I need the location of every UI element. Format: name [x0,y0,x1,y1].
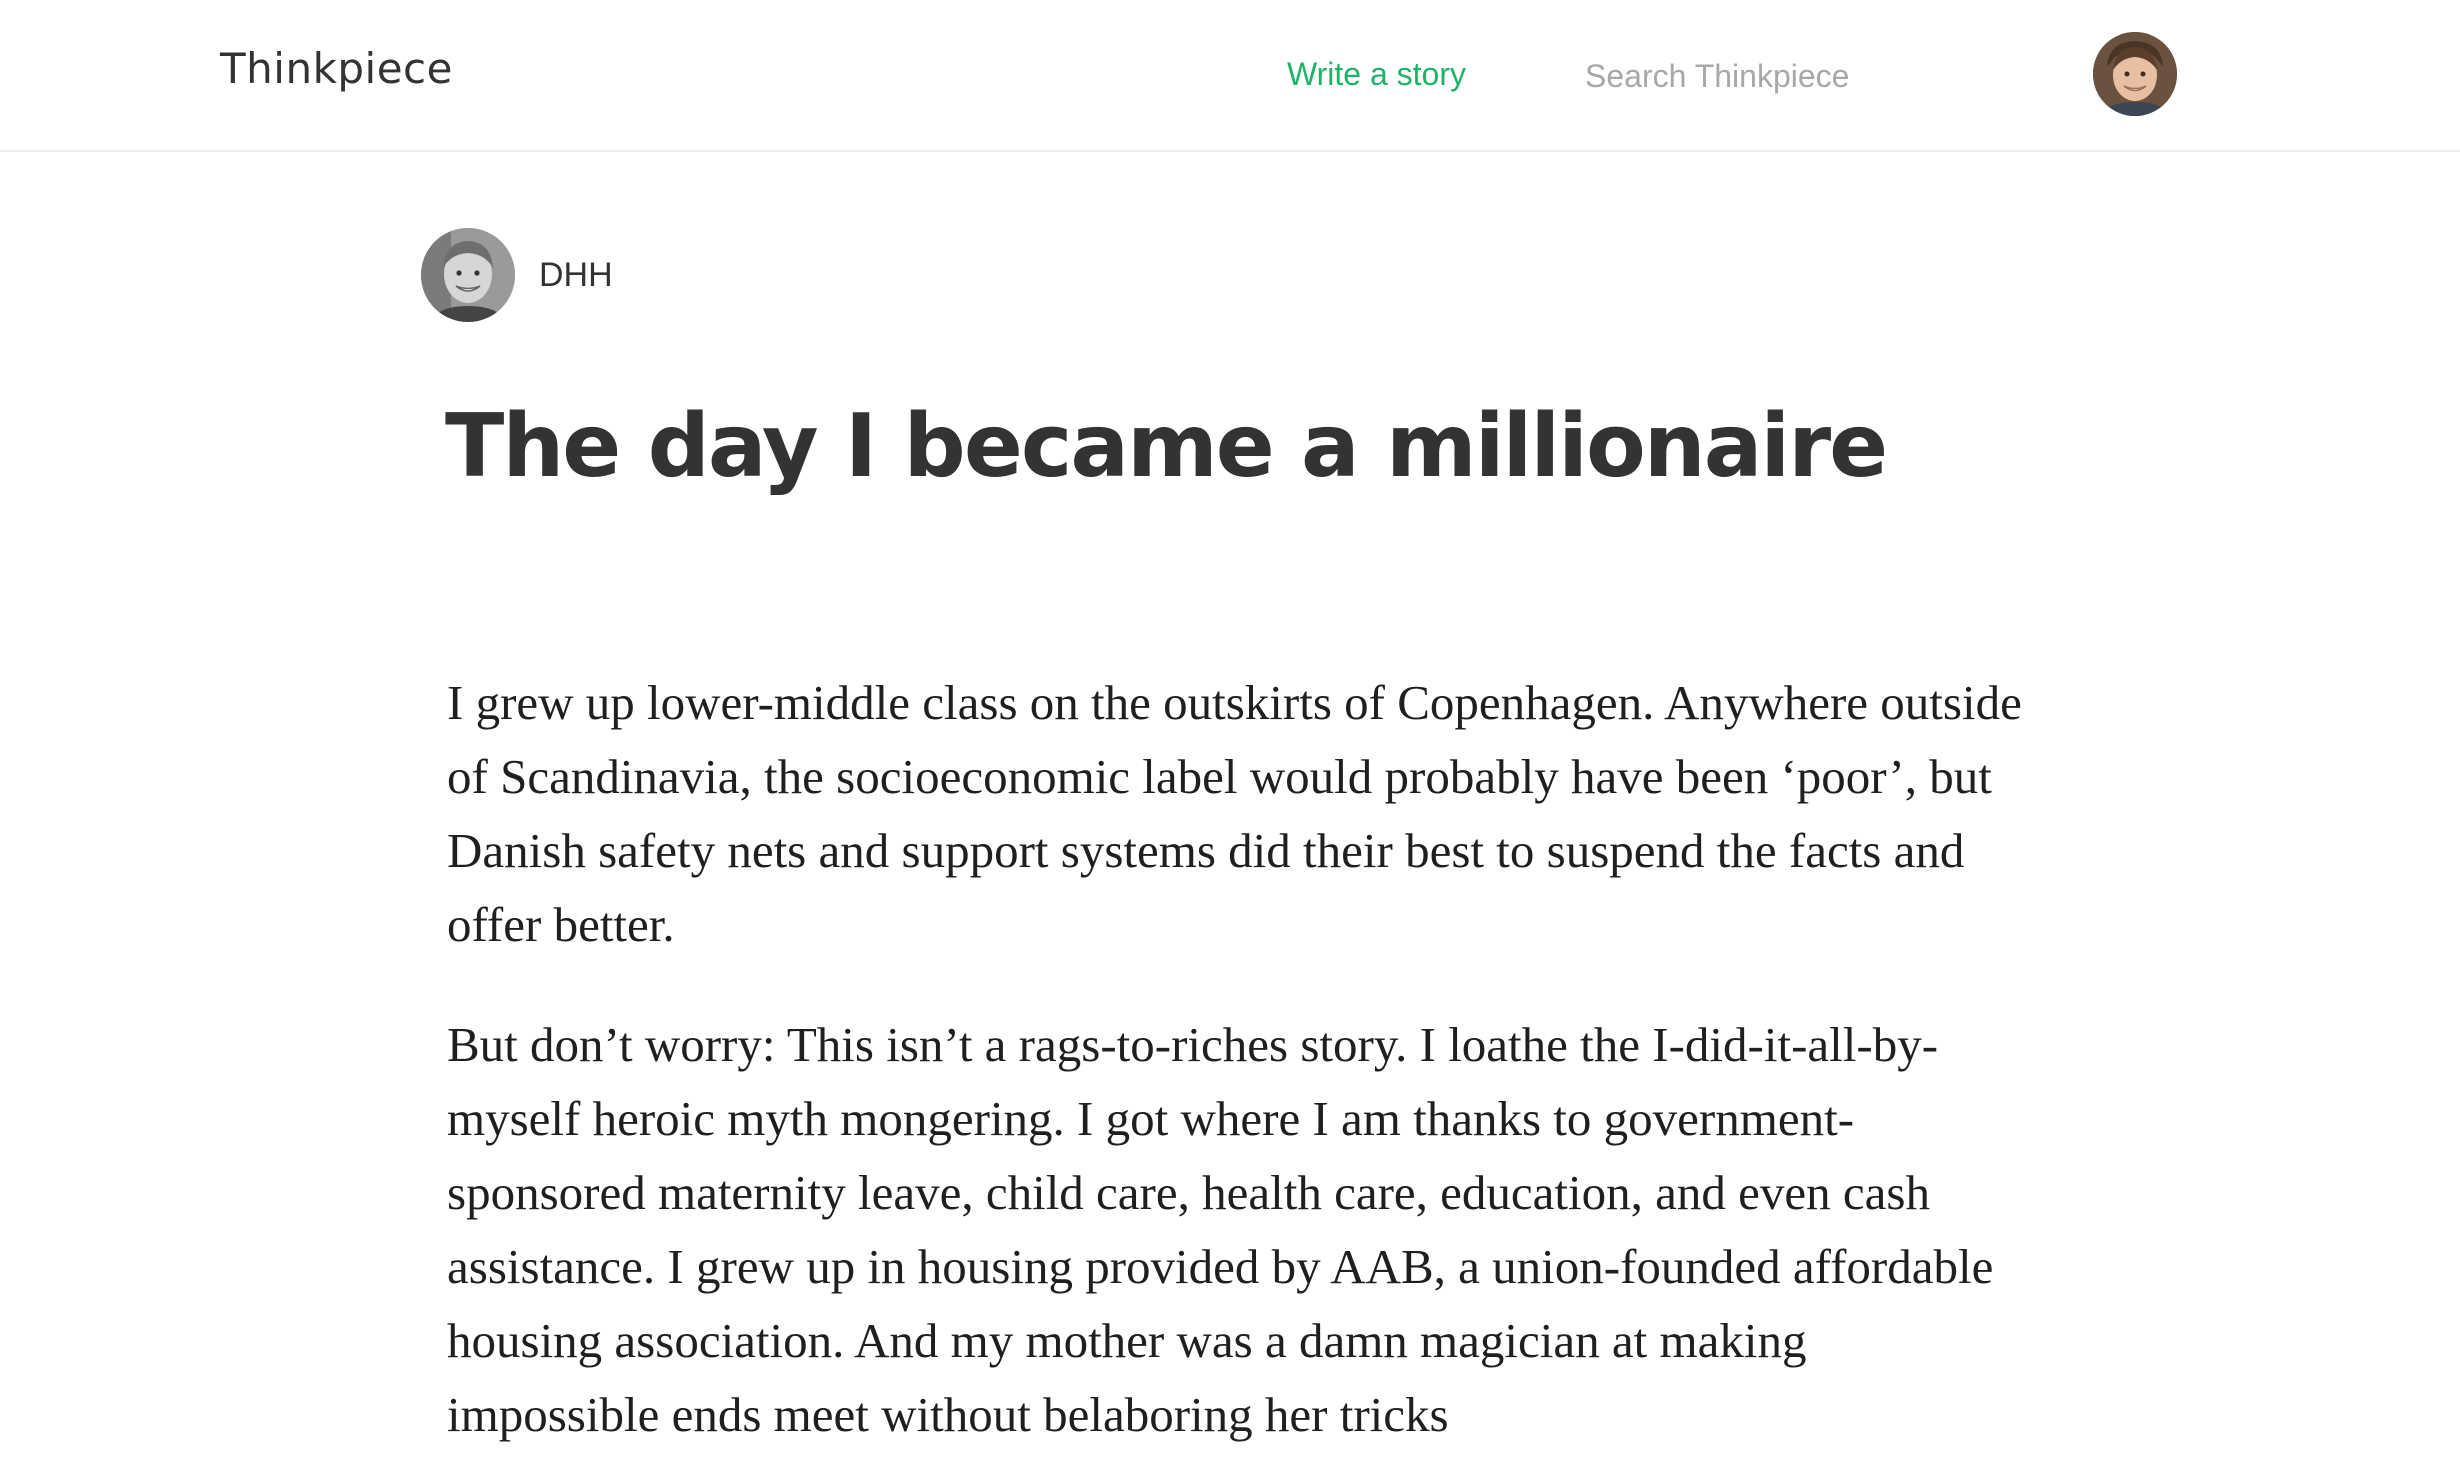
user-avatar[interactable] [2093,32,2177,116]
author-avatar-photo-icon [421,228,515,322]
article-paragraph: I grew up lower-middle class on the outs… [447,675,2022,952]
write-story-link[interactable]: Write a story [1287,56,1466,93]
author-byline: DHH [421,227,613,323]
site-logo[interactable]: Thinkpiece [220,44,453,93]
article-body: I grew up lower-middle class on the outs… [447,666,2027,1468]
top-navigation-bar: Thinkpiece Write a story [0,0,2460,152]
search-input[interactable] [1585,50,2005,102]
author-name[interactable]: DHH [539,256,613,295]
author-avatar[interactable] [421,228,515,322]
article-title: The day I became a millionaire [445,395,1888,497]
article-paragraph: But don’t worry: This isn’t a rags-to-ri… [447,1017,1994,1442]
user-avatar-photo-icon [2093,32,2177,116]
